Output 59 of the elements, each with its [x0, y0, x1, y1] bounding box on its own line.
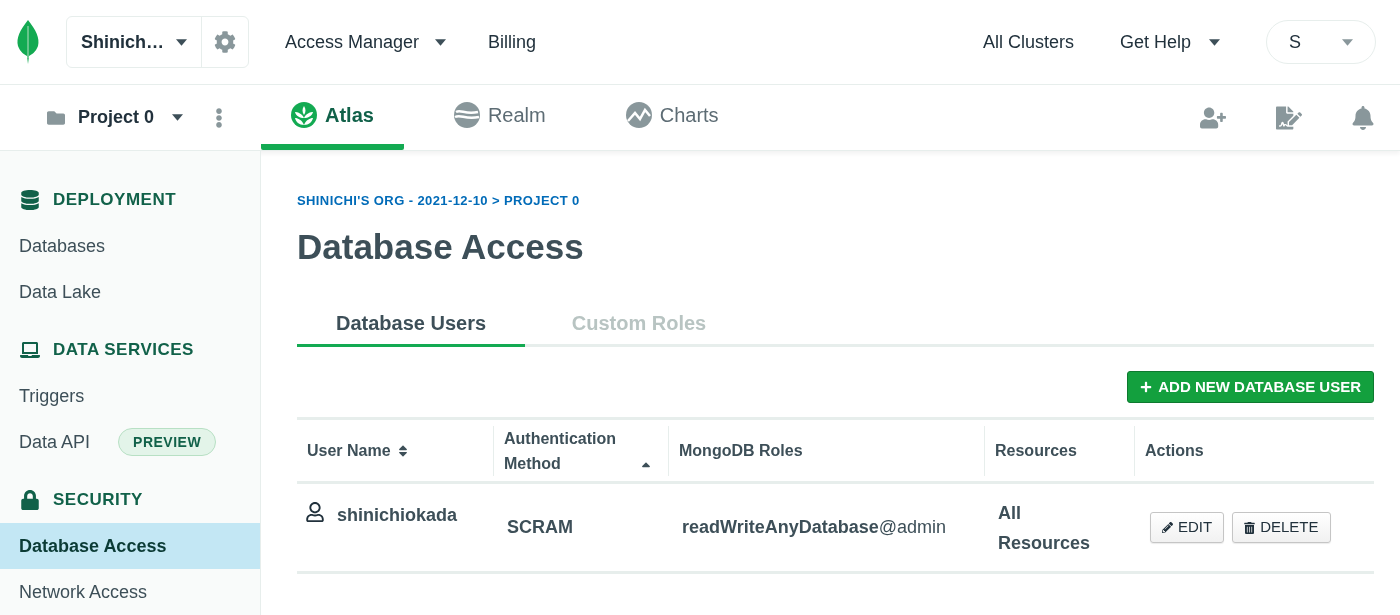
sidebar-item-label: Triggers: [19, 384, 85, 408]
sidebar-item[interactable]: Data Lake: [0, 269, 260, 315]
section-heading: DATA SERVICES: [53, 339, 194, 362]
bell-icon[interactable]: [1352, 105, 1374, 130]
preview-badge: PREVIEW: [118, 428, 217, 456]
sidebar-item[interactable]: Network Access: [0, 569, 260, 615]
table-cell-text: shinichiokada: [337, 504, 458, 527]
nav-link[interactable]: Get Help: [1119, 28, 1220, 56]
add-user-icon[interactable]: [1200, 105, 1226, 130]
product-tab[interactable]: Realm: [423, 85, 576, 150]
column-header: User Name: [307, 441, 391, 461]
lock-icon: [20, 490, 40, 510]
caret-icon: [172, 114, 184, 121]
sidebar-item[interactable]: Database Access: [0, 523, 260, 569]
section-heading: DEPLOYMENT: [53, 189, 177, 212]
leaves-icon: [291, 101, 317, 128]
laptop-icon: [20, 340, 40, 360]
trash-icon: [1244, 521, 1256, 534]
page-title: Database Access: [297, 225, 585, 268]
pencil-icon: [1162, 522, 1173, 533]
folder-icon: [46, 108, 66, 127]
sidebar-item-label: Databases: [19, 234, 106, 258]
nav-link[interactable]: All Clusters: [982, 28, 1074, 56]
document-activity-icon[interactable]: [1276, 105, 1302, 130]
section-heading: SECURITY: [53, 489, 143, 512]
caret-icon: [1342, 38, 1353, 46]
table-cell-text: SCRAM: [507, 516, 573, 539]
plus-icon: [1140, 381, 1153, 393]
sidebar-item-label: Network Access: [19, 580, 148, 604]
column-header: Authentication Method: [504, 428, 617, 474]
table-cell-text: All Resources: [998, 501, 1092, 555]
caret-icon: [1209, 38, 1220, 46]
sidebar-item[interactable]: Databases: [0, 223, 260, 269]
breadcrumb[interactable]: SHINICHI'S ORG - 2021-12-10 > PROJECT 0: [297, 191, 1374, 211]
action-button[interactable]: DELETE: [1232, 512, 1331, 543]
action-button[interactable]: EDIT: [1150, 512, 1225, 543]
sort-icon[interactable]: [396, 444, 409, 458]
org-dropdown[interactable]: Shinich…: [67, 17, 201, 67]
product-tab[interactable]: Charts: [595, 85, 749, 150]
table-cell-text: readWriteAnyDatabase@admin: [682, 516, 947, 539]
sidebar-item-label: Database Access: [19, 534, 167, 558]
tab[interactable]: Database Users: [297, 301, 525, 347]
project-dropdown[interactable]: Project 0: [78, 104, 184, 131]
waves-icon: [453, 101, 480, 128]
product-tab[interactable]: Atlas: [261, 85, 404, 150]
caret-icon: [435, 38, 447, 46]
user-icon: [305, 502, 325, 522]
sidebar-item[interactable]: Data API PREVIEW: [0, 419, 260, 465]
settings-icon: [214, 31, 236, 53]
nav-link[interactable]: Access Manager: [285, 28, 447, 56]
database-icon: [20, 190, 40, 210]
sidebar-item[interactable]: Triggers: [0, 373, 260, 419]
nav-link[interactable]: Billing: [488, 28, 537, 56]
caret-icon: [176, 38, 187, 46]
column-header: MongoDB Roles: [679, 441, 803, 461]
column-header: Actions: [1145, 441, 1204, 461]
sidebar-item-label: Data Lake: [19, 280, 102, 304]
column-header: Resources: [995, 441, 1077, 461]
sidebar-item-label: Data API: [19, 430, 91, 454]
